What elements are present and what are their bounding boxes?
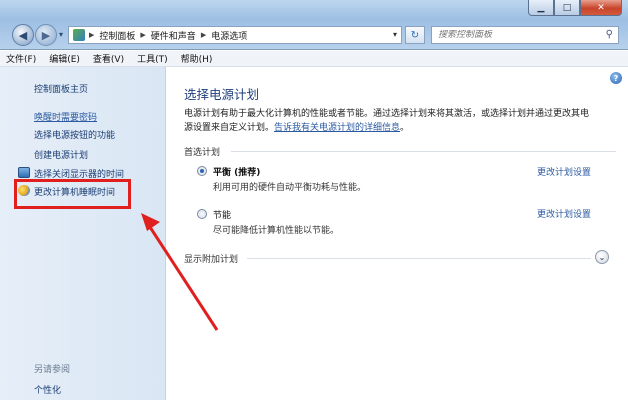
preferred-plans-heading: 首选计划 <box>184 148 221 158</box>
page-description: 电源计划有助于最大化计算机的性能或者节能。通过选择计划来将其激活，或选择计划并通… <box>184 107 609 135</box>
breadcrumb-hardware-sound[interactable]: 硬件和声音 <box>151 29 196 42</box>
menu-view[interactable]: 查看(V) <box>93 52 124 65</box>
chevron-down-icon[interactable]: ▾ <box>393 30 397 39</box>
expand-button[interactable]: ⌄ <box>595 250 609 264</box>
breadcrumb-power-options[interactable]: 电源选项 <box>211 29 247 42</box>
control-panel-icon <box>73 29 85 41</box>
see-also-heading: 另请参阅 <box>34 365 71 375</box>
change-plan-settings-balanced[interactable]: 更改计划设置 <box>537 165 591 178</box>
chevron-right-icon[interactable]: ▶ <box>89 31 94 39</box>
sidebar-item-require-password[interactable]: 唤醒时需要密码 <box>34 110 97 123</box>
radio-balanced[interactable] <box>197 166 207 176</box>
menu-file[interactable]: 文件(F) <box>6 52 36 65</box>
radio-power-saver[interactable] <box>197 209 207 219</box>
sidebar-item-power-buttons[interactable]: 选择电源按钮的功能 <box>34 128 115 141</box>
chevron-down-icon: ⌄ <box>598 252 606 262</box>
recent-pages-dropdown[interactable]: ▾ <box>59 30 63 39</box>
close-icon: ✕ <box>597 2 605 13</box>
breadcrumb-control-panel[interactable]: 控制面板 <box>99 29 135 42</box>
description-text-2: 源设置来自定义计划。 <box>184 123 275 133</box>
address-bar[interactable]: ▶ 控制面板 ▶ 硬件和声音 ▶ 电源选项 ▾ <box>68 26 402 44</box>
search-box[interactable]: ⚲ <box>431 26 619 44</box>
sidebar-item-personalize[interactable]: 个性化 <box>34 383 61 396</box>
back-button[interactable]: ◀ <box>12 24 34 46</box>
description-text: 电源计划有助于最大化计算机的性能或者节能。通过选择计划来将其激活，或选择计划并通… <box>184 109 590 119</box>
chevron-right-icon[interactable]: ▶ <box>201 31 206 39</box>
close-button[interactable]: ✕ <box>580 0 622 16</box>
minimize-icon: ▁ <box>537 2 545 13</box>
divider <box>231 151 616 152</box>
window-controls: ▁ □ ✕ <box>528 0 622 16</box>
plan-power-saver-name[interactable]: 节能 <box>213 208 231 221</box>
menu-bar: 文件(F) 编辑(E) 查看(V) 工具(T) 帮助(H) <box>0 51 628 67</box>
divider <box>247 258 591 259</box>
power-plan-help-link[interactable]: 告诉我有关电源计划的详细信息 <box>274 123 400 133</box>
main-content: ? 选择电源计划 电源计划有助于最大化计算机的性能或者节能。通过选择计划来将其激… <box>167 67 628 400</box>
change-plan-settings-power-saver[interactable]: 更改计划设置 <box>537 207 591 220</box>
search-input[interactable] <box>438 30 598 40</box>
monitor-icon <box>18 167 30 178</box>
forward-button[interactable]: ▶ <box>35 24 57 46</box>
chevron-right-icon[interactable]: ▶ <box>140 31 145 39</box>
page-title: 选择电源计划 <box>184 87 260 102</box>
menu-edit[interactable]: 编辑(E) <box>49 52 80 65</box>
plan-balanced-desc: 利用可用的硬件自动平衡功耗与性能。 <box>213 183 367 193</box>
search-icon[interactable]: ⚲ <box>606 29 613 40</box>
menu-tools[interactable]: 工具(T) <box>137 52 168 65</box>
highlight-box <box>14 179 131 209</box>
menu-help[interactable]: 帮助(H) <box>181 52 213 65</box>
plan-balanced-name[interactable]: 平衡 (推荐) <box>213 165 260 178</box>
maximize-button[interactable]: □ <box>554 0 580 16</box>
maximize-icon: □ <box>562 2 572 13</box>
minimize-button[interactable]: ▁ <box>528 0 554 16</box>
help-icon[interactable]: ? <box>610 72 622 84</box>
sidebar-control-panel-home[interactable]: 控制面板主页 <box>34 82 88 95</box>
arrow-left-icon: ◀ <box>18 28 28 42</box>
sidebar: 控制面板主页 唤醒时需要密码 选择电源按钮的功能 创建电源计划 选择关闭显示器的… <box>0 67 166 400</box>
refresh-button[interactable]: ↻ <box>405 26 425 44</box>
sidebar-item-create-plan[interactable]: 创建电源计划 <box>34 148 88 161</box>
arrow-right-icon: ▶ <box>41 28 51 42</box>
plan-power-saver-desc: 尽可能降低计算机性能以节能。 <box>213 226 340 236</box>
description-end: 。 <box>400 123 410 133</box>
show-additional-plans-label[interactable]: 显示附加计划 <box>184 252 238 265</box>
refresh-icon: ↻ <box>410 29 420 41</box>
title-bar: ▁ □ ✕ ◀ ▶ ▾ ▶ 控制面板 ▶ 硬件和声音 ▶ 电源选项 ▾ ↻ ⚲ <box>0 0 628 50</box>
